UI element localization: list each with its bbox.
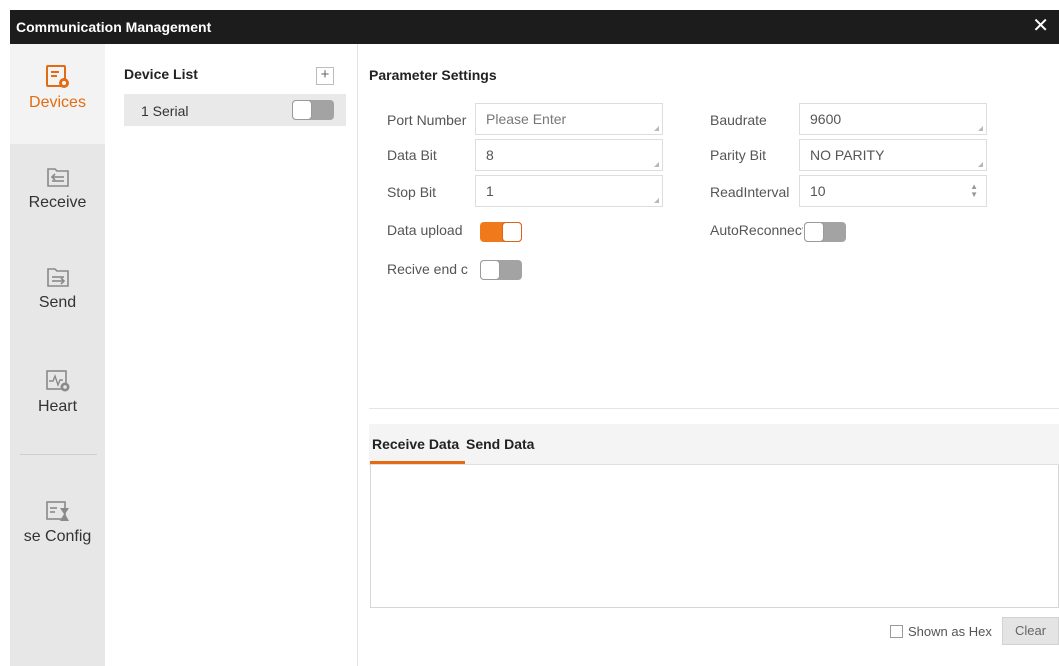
receive-icon — [46, 168, 69, 187]
config-icon — [45, 501, 69, 521]
sidebar-item-receive[interactable]: Receive — [10, 164, 105, 254]
data-upload-label: Data upload — [387, 222, 463, 238]
parity-bit-label: Parity Bit — [710, 147, 767, 163]
data-bit-select[interactable]: 8 — [475, 139, 663, 171]
device-label: 1 Serial — [141, 103, 189, 119]
device-list-panel: Device List + 1 Serial — [115, 44, 358, 666]
sidebar: Devices Receive Send Heart se Config — [10, 44, 105, 666]
sidebar-item-label: Heart — [37, 398, 78, 415]
active-tab-indicator — [370, 461, 465, 464]
baudrate-select[interactable]: 9600 — [799, 103, 987, 135]
stop-bit-label: Stop Bit — [387, 184, 437, 200]
add-device-button[interactable]: + — [316, 67, 334, 85]
send-icon — [46, 268, 69, 287]
read-interval-label: ReadInterval — [710, 184, 790, 200]
baudrate-label: Baudrate — [710, 112, 767, 128]
close-icon[interactable]: ✕ — [1032, 15, 1049, 37]
receive-end-label: Recive end c — [387, 261, 468, 277]
port-number-label: Port Number — [387, 112, 467, 128]
receive-end-toggle[interactable] — [480, 260, 522, 280]
stop-bit-select[interactable]: 1 — [475, 175, 663, 207]
read-interval-stepper[interactable]: 10 ▲ ▼ — [799, 175, 987, 207]
sidebar-item-heart[interactable]: Heart — [10, 368, 105, 458]
clear-button[interactable]: Clear — [1002, 617, 1059, 645]
receive-data-area[interactable] — [370, 465, 1059, 608]
devices-icon — [45, 65, 69, 88]
sidebar-item-label: se Config — [23, 528, 92, 545]
device-list-title: Device List — [124, 66, 198, 82]
device-enable-toggle[interactable] — [292, 100, 334, 120]
heart-icon — [45, 370, 69, 392]
sidebar-item-send[interactable]: Send — [10, 264, 105, 354]
parameter-settings-title: Parameter Settings — [369, 67, 497, 83]
auto-reconnect-label: AutoReconnect — [710, 222, 803, 238]
port-number-input[interactable]: Please Enter — [475, 103, 663, 135]
title-bar: Communication Management ✕ — [10, 10, 1059, 44]
data-upload-toggle[interactable] — [480, 222, 522, 242]
sidebar-item-label: Receive — [28, 194, 87, 211]
sidebar-item-config[interactable]: se Config — [10, 498, 105, 588]
spin-arrows-icon[interactable]: ▲ ▼ — [970, 183, 978, 199]
tab-send-data[interactable]: Send Data — [466, 436, 534, 452]
window-title: Communication Management — [16, 19, 212, 35]
sidebar-item-label: Send — [38, 294, 77, 311]
shown-as-hex-checkbox[interactable] — [890, 625, 903, 638]
section-divider — [369, 408, 1059, 409]
sidebar-item-devices[interactable]: Devices — [10, 44, 105, 144]
data-tab-bar: Receive Data Send Data — [369, 424, 1059, 465]
data-bit-label: Data Bit — [387, 147, 437, 163]
auto-reconnect-toggle[interactable] — [804, 222, 846, 242]
sidebar-divider — [20, 454, 97, 455]
parity-bit-select[interactable]: NO PARITY — [799, 139, 987, 171]
tab-receive-data[interactable]: Receive Data — [372, 436, 459, 452]
device-list-item[interactable]: 1 Serial — [124, 94, 346, 126]
sidebar-item-label: Devices — [29, 94, 86, 111]
shown-as-hex-label: Shown as Hex — [908, 624, 992, 639]
